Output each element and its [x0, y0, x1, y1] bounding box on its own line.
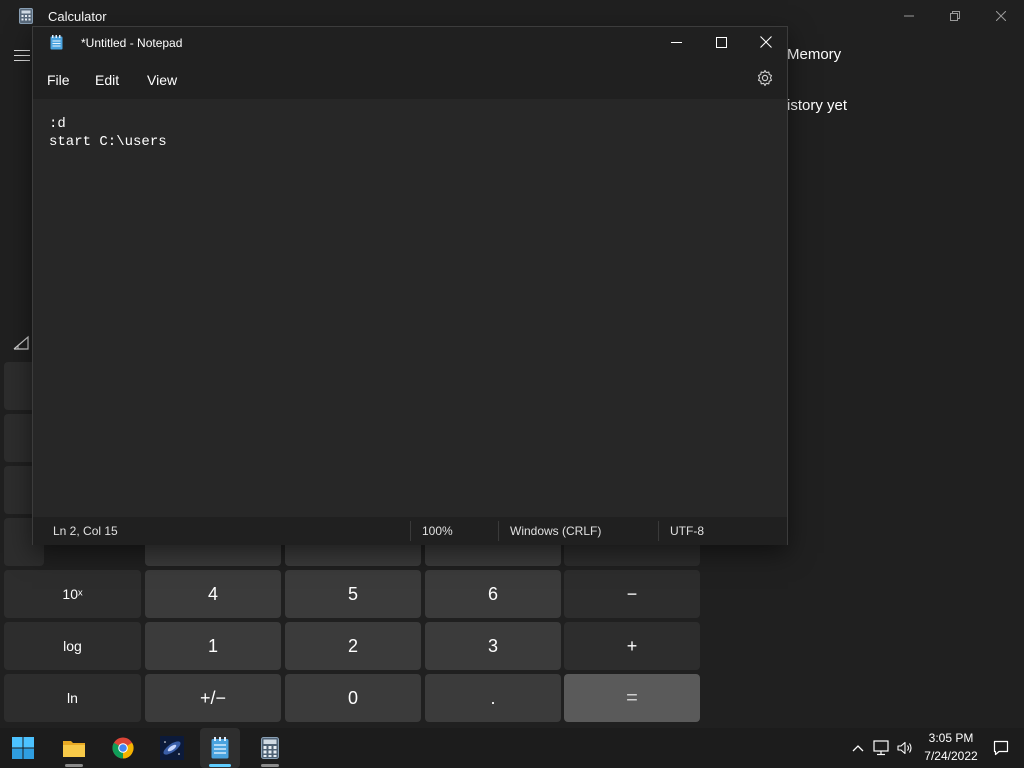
- key-equals[interactable]: =: [564, 674, 700, 722]
- history-empty-text: istory yet: [787, 97, 848, 114]
- notification-icon: [993, 740, 1009, 756]
- taskbar-photo-app[interactable]: [152, 728, 192, 768]
- taskbar: 3:05 PM 7/24/2022: [0, 728, 1024, 768]
- memory-tab[interactable]: Memory: [787, 46, 841, 63]
- key-minus[interactable]: −: [564, 570, 700, 618]
- notepad-maximize-button[interactable]: [698, 27, 744, 57]
- notepad-menubar: File Edit View: [33, 59, 787, 99]
- taskbar-clock-date[interactable]: 7/24/2022: [920, 749, 982, 763]
- key-0[interactable]: 0: [285, 674, 421, 722]
- key-6[interactable]: 6: [425, 570, 561, 618]
- notepad-title: *Untitled - Notepad: [81, 36, 183, 50]
- taskbar-calculator[interactable]: [250, 728, 290, 768]
- key-3[interactable]: 3: [425, 622, 561, 670]
- notepad-text-editor[interactable]: :d start C:\users: [33, 99, 787, 517]
- menu-view[interactable]: View: [147, 72, 177, 88]
- key-5[interactable]: 5: [285, 570, 421, 618]
- close-icon: [760, 36, 772, 48]
- calculator-icon: [261, 737, 279, 759]
- start-button[interactable]: [3, 728, 43, 768]
- key-4[interactable]: 4: [145, 570, 281, 618]
- maximize-icon: [715, 36, 727, 48]
- restore-icon: [950, 11, 960, 21]
- start-icon: [12, 737, 34, 759]
- status-divider: [410, 521, 411, 541]
- taskbar-active-indicator: [209, 764, 231, 767]
- minimize-icon: [670, 41, 682, 43]
- calculator-title: Calculator: [48, 9, 107, 24]
- notepad-statusbar: Ln 2, Col 15 100% Windows (CRLF) UTF-8: [33, 517, 787, 545]
- taskbar-clock-time[interactable]: 3:05 PM: [920, 731, 982, 745]
- key-log[interactable]: log: [4, 622, 141, 670]
- calculator-minimize-button[interactable]: [886, 0, 932, 32]
- editor-line: start C:\users: [49, 134, 167, 150]
- key-2[interactable]: 2: [285, 622, 421, 670]
- taskbar-notepad[interactable]: [200, 728, 240, 768]
- hamburger-menu-icon[interactable]: [14, 46, 34, 66]
- status-divider: [498, 521, 499, 541]
- network-button[interactable]: [872, 728, 892, 768]
- close-icon: [996, 11, 1006, 21]
- editor-line: :d: [49, 116, 66, 132]
- chrome-icon: [112, 737, 134, 759]
- photo-app-icon: [160, 736, 184, 760]
- key-ten-power[interactable]: 10ˣ: [4, 570, 141, 618]
- notifications-button[interactable]: [990, 728, 1012, 768]
- calculator-restore-button[interactable]: [932, 0, 978, 32]
- taskbar-running-indicator: [65, 764, 83, 767]
- menu-file[interactable]: File: [47, 72, 70, 88]
- angle-icon[interactable]: [12, 335, 30, 351]
- key-decimal[interactable]: .: [425, 674, 561, 722]
- show-hidden-icons-button[interactable]: [848, 728, 868, 768]
- notepad-window: *Untitled - Notepad File Edit View :d st…: [32, 26, 788, 545]
- status-cursor-position: Ln 2, Col 15: [53, 524, 118, 538]
- notepad-app-icon: [50, 35, 63, 50]
- menu-edit[interactable]: Edit: [95, 72, 119, 88]
- notepad-titlebar[interactable]: *Untitled - Notepad: [33, 27, 787, 59]
- key-plus[interactable]: +: [564, 622, 700, 670]
- status-zoom: 100%: [422, 524, 453, 538]
- key-1[interactable]: 1: [145, 622, 281, 670]
- status-line-ending: Windows (CRLF): [510, 524, 602, 538]
- settings-gear-icon[interactable]: [756, 69, 774, 87]
- file-explorer-icon: [63, 741, 85, 757]
- calculator-app-icon: [19, 8, 33, 24]
- taskbar-file-explorer[interactable]: [54, 728, 94, 768]
- taskbar-chrome[interactable]: [103, 728, 143, 768]
- status-encoding: UTF-8: [670, 524, 704, 538]
- taskbar-running-indicator: [261, 764, 279, 767]
- notepad-minimize-button[interactable]: [653, 27, 699, 57]
- notepad-close-button[interactable]: [743, 27, 789, 57]
- speaker-icon: [897, 741, 912, 755]
- volume-button[interactable]: [895, 728, 915, 768]
- notepad-icon: [211, 737, 229, 759]
- network-icon: [873, 740, 889, 756]
- key-ln[interactable]: ln: [4, 674, 141, 722]
- minimize-icon: [904, 15, 914, 17]
- status-divider: [658, 521, 659, 541]
- calculator-close-button[interactable]: [978, 0, 1024, 32]
- chevron-up-icon: [852, 745, 864, 752]
- key-negate[interactable]: +/−: [145, 674, 281, 722]
